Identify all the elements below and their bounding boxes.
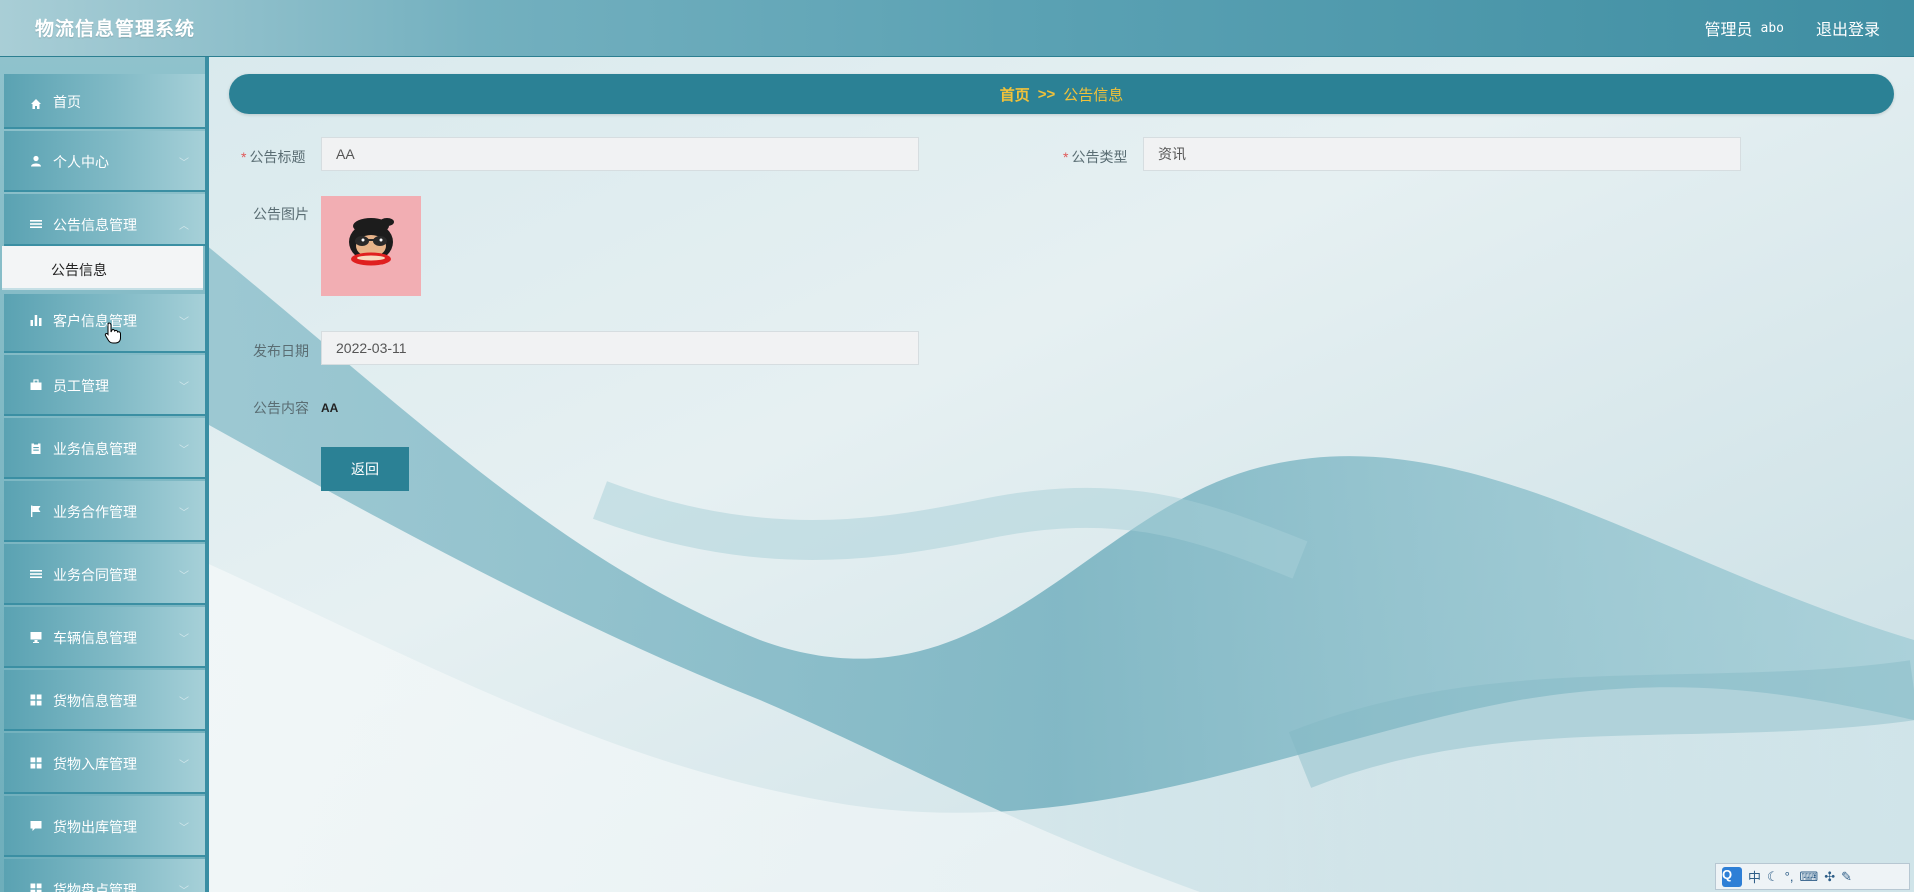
chevron-down-icon: ﹀ [179,158,189,169]
sidebar-item-vehicle-info[interactable]: 车辆信息管理 ﹀ [4,607,205,668]
breadcrumb: 首页 >> 公告信息 [229,74,1894,114]
required-marker: * [1063,149,1069,165]
chevron-down-icon: ﹀ [179,697,189,708]
sidebar-item-label: 货物入库管理 [53,756,137,772]
breadcrumb-separator: >> [1037,85,1056,103]
top-header: 物流信息管理系统 管理员 abo 退出登录 [0,0,1914,57]
chevron-down-icon: ﹀ [179,317,189,328]
chevron-down-icon: ﹀ [179,634,189,645]
sidebar-item-label: 客户信息管理 [53,313,137,329]
ime-mode-toggle[interactable]: 中 [1748,867,1761,886]
notice-type-label-text: 公告类型 [1071,149,1128,165]
notice-content-label: 公告内容 [253,400,309,416]
main-content: 首页 >> 公告信息 * 公告标题 AA * 公告类型 资讯 公告图片 发布日期 2… [209,56,1914,892]
grid-icon [30,883,42,892]
user-area: 管理员 abo 退出登录 [1704,16,1880,40]
toolbox-icon[interactable]: ✣ [1824,869,1835,885]
sidebar-item-notice-management[interactable]: 公告信息管理 ︿ [4,194,205,246]
chevron-down-icon: ﹀ [179,382,189,393]
logout-link[interactable]: 退出登录 [1816,16,1880,40]
sidebar-item-home[interactable]: 首页 [4,74,205,129]
sidebar-item-goods-info[interactable]: 货物信息管理 ﹀ [4,670,205,731]
chevron-down-icon: ﹀ [179,823,189,834]
chevron-down-icon: ﹀ [179,571,189,582]
breadcrumb-current: 公告信息 [1063,86,1124,104]
notice-image[interactable] [321,196,421,296]
flag-icon [30,505,42,517]
comment-icon [30,820,42,832]
chevron-down-icon: ﹀ [179,508,189,519]
sidebar-item-label: 车辆信息管理 [53,630,137,646]
sidebar-item-label: 业务合作管理 [53,504,137,520]
list-icon [30,568,42,580]
sidebar-item-label: 货物出库管理 [53,819,137,835]
sidebar-subitem-notice-info[interactable]: 公告信息 [2,246,203,290]
moon-icon[interactable]: ☾ [1767,869,1779,885]
sidebar-item-business-info[interactable]: 业务信息管理 ﹀ [4,418,205,479]
app-title: 物流信息管理系统 [35,19,196,40]
notice-title-label-text: 公告标题 [249,149,306,165]
user-name: abo [1760,20,1784,36]
grid-icon [30,694,42,706]
sidebar-item-goods-inventory[interactable]: 货物盘点管理 ﹀ [4,859,205,892]
user-icon [30,155,42,167]
grid-icon [30,757,42,769]
bar-chart-icon [30,314,42,326]
chevron-down-icon: ﹀ [179,886,189,892]
briefcase-icon [30,379,42,391]
breadcrumb-home-link[interactable]: 首页 [1000,84,1030,105]
sidebar-menu: 首页 个人中心 ﹀ 公告信息管理 ︿ 公告信息 客户信息管理 ﹀ 员工管理 ﹀ [0,56,209,892]
monitor-icon [30,631,42,643]
notice-title-field[interactable]: AA [321,137,919,171]
ime-logo-icon[interactable]: Q [1722,866,1742,887]
chevron-up-icon: ︿ [179,221,189,232]
notice-title-label: * 公告标题 [241,147,305,167]
sidebar-item-goods-outbound[interactable]: 货物出库管理 ﹀ [4,796,205,857]
chevron-down-icon: ﹀ [179,445,189,456]
sidebar-subitem-label: 公告信息 [51,262,107,278]
wrench-icon[interactable]: ✎ [1841,869,1852,885]
sidebar-item-label: 货物信息管理 [53,693,137,709]
clipboard-icon [30,442,42,454]
publish-date-label: 发布日期 [253,343,309,359]
monkey-avatar-image [349,218,394,266]
sidebar-item-label: 业务信息管理 [53,441,137,457]
sidebar-item-business-contract[interactable]: 业务合同管理 ﹀ [4,544,205,605]
sidebar-item-label: 业务合同管理 [53,567,137,583]
sidebar-item-label: 货物盘点管理 [53,882,137,892]
sidebar-item-label: 员工管理 [53,378,109,394]
notice-content-text: AA [321,401,339,415]
keyboard-icon[interactable]: ⌨ [1799,869,1818,885]
home-icon [30,98,42,110]
user-role-label: 管理员 [1704,22,1753,39]
ime-toolbar[interactable]: Q 中 ☾ °, ⌨ ✣ ✎ [1715,863,1910,890]
sidebar-item-label: 公告信息管理 [53,217,137,233]
sidebar-item-goods-inbound[interactable]: 货物入库管理 ﹀ [4,733,205,794]
notice-type-label: * 公告类型 [1063,147,1127,167]
back-button[interactable]: 返回 [321,447,409,491]
publish-date-field[interactable]: 2022-03-11 [321,331,919,365]
mouse-cursor-icon [104,322,121,344]
sidebar-item-staff-management[interactable]: 员工管理 ﹀ [4,355,205,416]
notice-image-label: 公告图片 [253,206,309,222]
list-icon [30,218,42,230]
sidebar-item-label: 个人中心 [53,154,109,170]
punctuation-icon[interactable]: °, [1785,869,1794,884]
sidebar-item-business-cooperation[interactable]: 业务合作管理 ﹀ [4,481,205,542]
sidebar-item-personal-center[interactable]: 个人中心 ﹀ [4,131,205,192]
sidebar-item-label: 首页 [53,94,81,110]
chevron-down-icon: ﹀ [179,760,189,771]
required-marker: * [241,149,247,165]
notice-type-field[interactable]: 资讯 [1143,137,1741,171]
